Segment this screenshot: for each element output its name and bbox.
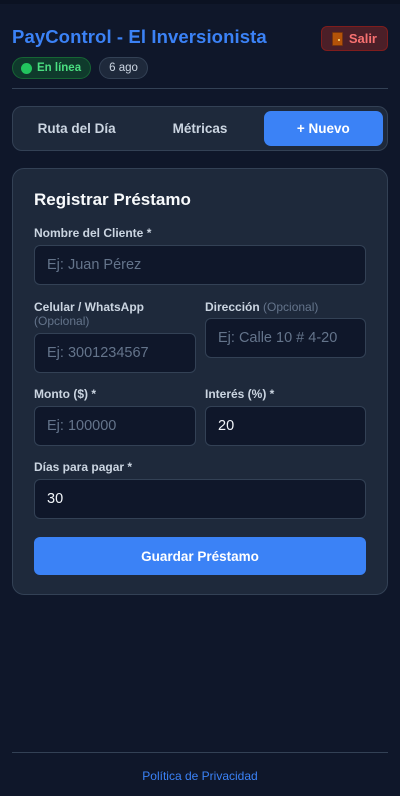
footer-divider (12, 752, 388, 753)
phone-label-text: Celular / WhatsApp (34, 300, 145, 314)
status-bar-strip (0, 0, 400, 4)
address-optional-text: (Opcional) (263, 300, 319, 314)
form-title: Registrar Préstamo (34, 190, 191, 209)
days-input[interactable]: 30 (34, 479, 366, 519)
interest-input[interactable]: 20 (205, 406, 366, 446)
status-row: En línea 6 ago (12, 57, 148, 79)
online-status-badge: En línea (12, 57, 92, 79)
header-divider (12, 88, 388, 89)
phone-optional-text: (Opcional) (34, 314, 90, 328)
client-name-input[interactable]: Ej: Juan Pérez (34, 245, 366, 285)
days-label: Días para pagar * (34, 460, 133, 474)
header: PayControl - El Inversionista Salir En l… (12, 26, 388, 79)
address-label: Dirección (Opcional) (205, 300, 318, 314)
save-loan-button[interactable]: Guardar Préstamo (34, 537, 366, 575)
phone-label: Celular / WhatsApp (Opcional) (34, 300, 194, 328)
door-icon (331, 31, 343, 46)
online-status-label: En línea (37, 62, 82, 74)
interest-label: Interés (%) * (205, 387, 275, 401)
phone-input[interactable]: Ej: 3001234567 (34, 333, 196, 373)
privacy-policy-link[interactable]: Política de Privacidad (0, 769, 400, 783)
tab-ruta-del-dia[interactable]: Ruta del Día (17, 111, 136, 146)
tab-nuevo[interactable]: + Nuevo (263, 111, 383, 146)
client-name-label: Nombre del Cliente * (34, 226, 152, 240)
version-badge: 6 ago (99, 57, 148, 79)
tab-bar: Ruta del Día Métricas + Nuevo (12, 106, 388, 151)
loan-form-card: Registrar Préstamo Nombre del Cliente * … (12, 168, 388, 595)
exit-button[interactable]: Salir (320, 26, 388, 51)
green-dot-icon (21, 62, 32, 74)
amount-label: Monto ($) * (34, 387, 96, 401)
address-label-text: Dirección (205, 300, 260, 314)
app-screen: PayControl - El Inversionista Salir En l… (0, 0, 400, 796)
amount-input[interactable]: Ej: 100000 (34, 406, 196, 446)
address-input[interactable]: Ej: Calle 10 # 4-20 (205, 318, 366, 358)
exit-button-label: Salir (348, 31, 377, 46)
tab-metricas[interactable]: Métricas (140, 111, 259, 146)
